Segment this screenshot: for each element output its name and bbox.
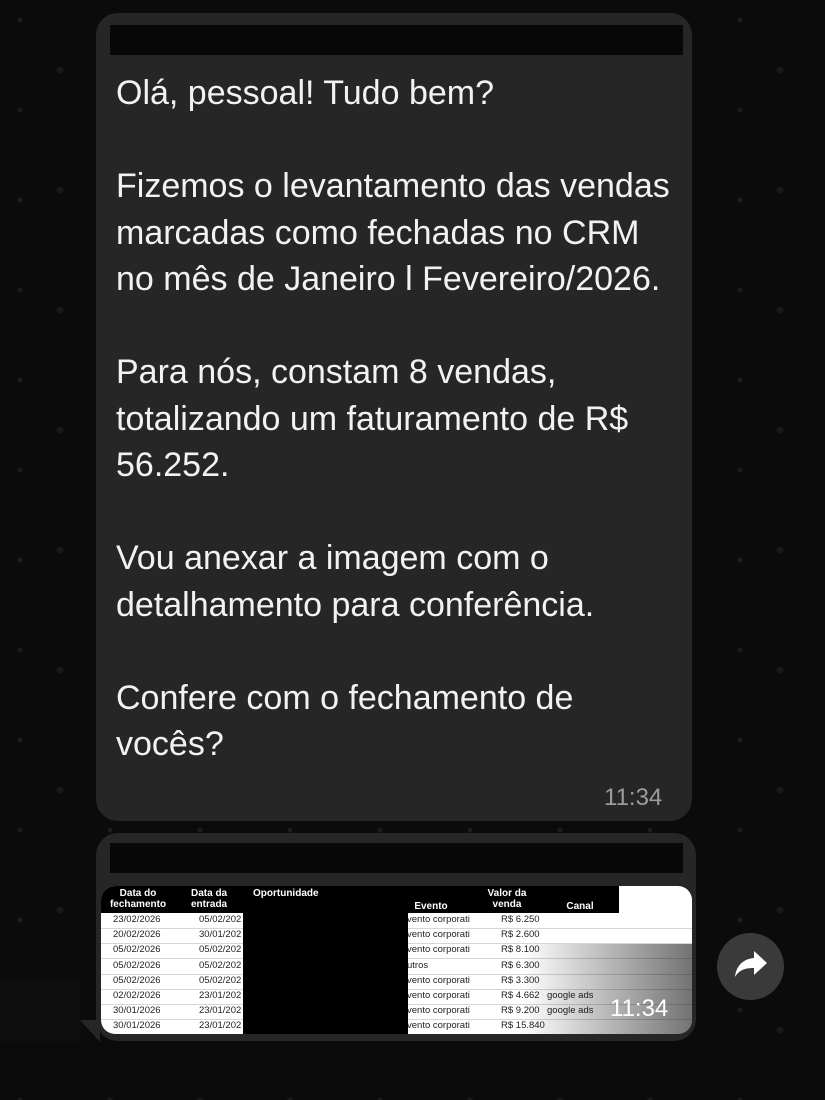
table-cell-entrada: 23/01/202	[199, 990, 242, 1001]
table-cell-evento: vento corporati	[407, 914, 470, 925]
table-cell-evento: vento corporati	[407, 974, 470, 986]
table-cell-evento: vento corporati	[407, 1005, 470, 1017]
redacted-sender-bar-2	[110, 843, 683, 873]
table-cell-evento: vento corporati	[407, 929, 470, 941]
table-cell-entrada: 30/01/202	[199, 929, 242, 941]
table-cell-entrada: 05/02/202	[199, 974, 242, 986]
forward-button[interactable]	[717, 933, 784, 1000]
table-cell-entrada: 05/02/202	[199, 959, 242, 971]
table-cell-entrada: 05/02/202	[199, 944, 242, 956]
message-text: Olá, pessoal! Tudo bem? Fizemos o levant…	[116, 74, 670, 763]
table-cell-fechamento: 30/01/2026	[113, 1005, 161, 1017]
forward-arrow-icon	[734, 949, 768, 984]
redacted-sender-bar	[110, 25, 683, 55]
table-cell-evento: utros	[407, 959, 429, 971]
table-cell-fechamento: 02/02/2026	[113, 990, 161, 1001]
wallpaper-shadow	[0, 980, 80, 1042]
image-attachment[interactable]: Data do fechamento Data da entrada Oport…	[101, 886, 692, 1034]
image-timestamp: 11:34	[610, 995, 669, 1022]
message-timestamp: 11:34	[604, 784, 663, 811]
table-cell-fechamento: 05/02/2026	[113, 959, 161, 971]
table-cell-fechamento: 05/02/2026	[113, 944, 161, 956]
table-cell-fechamento: 05/02/2026	[113, 974, 161, 986]
table-cell-entrada: 23/01/202	[199, 1005, 242, 1017]
table-cell-evento: vento corporati	[407, 944, 470, 956]
redacted-oportunidade-column	[243, 902, 408, 1034]
header-oportunidade: Oportunidade	[253, 888, 319, 899]
table-cell-fechamento: 30/01/2026	[113, 1020, 161, 1032]
header-evento: Evento	[414, 901, 448, 912]
table-cell-entrada: 05/02/202	[199, 914, 242, 925]
table-cell-evento: vento corporati	[407, 1020, 470, 1032]
table-cell-fechamento: 23/02/2026	[113, 914, 161, 925]
table-cell-entrada: 23/01/202	[199, 1020, 242, 1032]
table-cell-fechamento: 20/02/2026	[113, 929, 161, 941]
table-cell-valor: R$ 2.600	[501, 929, 540, 941]
header-data-fechamento: Data do fechamento	[109, 888, 167, 910]
header-valor-venda: Valor da venda	[487, 888, 527, 910]
table-cell-valor: R$ 6.250	[501, 914, 540, 925]
table-cell-evento: vento corporati	[407, 990, 470, 1001]
header-canal: Canal	[566, 901, 594, 912]
